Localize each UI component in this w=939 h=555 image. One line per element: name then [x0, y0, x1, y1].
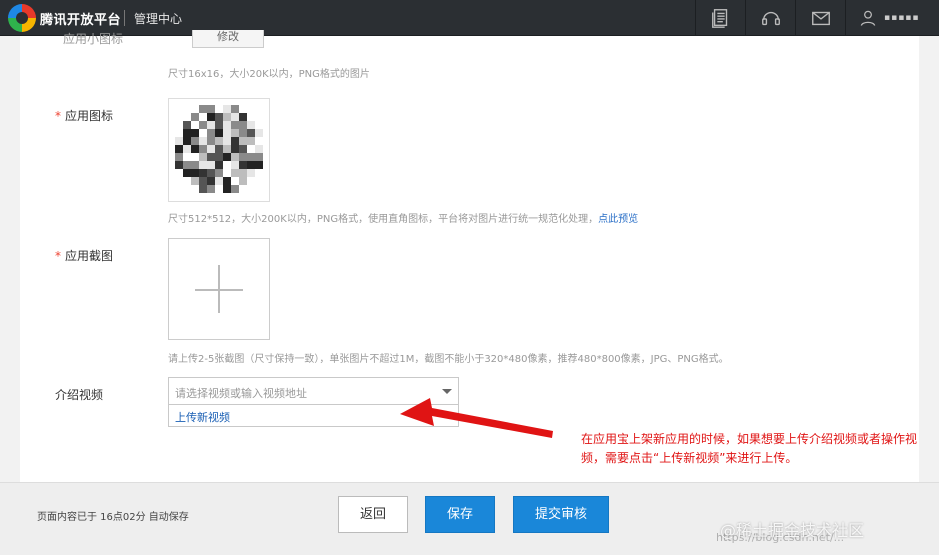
autosave-status: 页面内容已于 16点02分 自动保存	[37, 512, 189, 523]
save-button[interactable]: 保存	[425, 496, 495, 533]
video-select-placeholder: 请选择视频或输入视频地址	[175, 387, 307, 400]
app-icon-hint: 尺寸512*512，大小200K以内，PNG格式，使用直角图标，平台将对图片进行…	[168, 214, 639, 225]
small-icon-hint: 尺寸16x16，大小20K以内，PNG格式的图片	[168, 69, 370, 80]
annotation-text: 在应用宝上架新应用的时候，如果想要上传介绍视频或者操作视频，需要点击“上传新视频…	[581, 432, 918, 465]
upload-new-video-option[interactable]: 上传新视频	[175, 409, 230, 425]
screenshot-label: * 应用截图	[55, 249, 114, 263]
video-select[interactable]: 请选择视频或输入视频地址	[168, 377, 459, 405]
small-icon-label: 应用小图标	[63, 32, 124, 46]
user-icon	[860, 10, 876, 26]
document-icon[interactable]	[695, 0, 745, 36]
app-icon-label: * 应用图标	[55, 109, 114, 123]
brand-divider	[124, 10, 125, 26]
username: ▪▪▪▪▪	[884, 13, 920, 23]
video-dropdown: 上传新视频	[168, 405, 459, 427]
user-menu[interactable]: ▪▪▪▪▪	[845, 0, 939, 36]
preview-link[interactable]: 点此预览	[598, 214, 638, 225]
app-icon-image	[175, 105, 263, 193]
modify-small-icon-button[interactable]: 修改	[192, 30, 264, 48]
app-icon-preview[interactable]	[168, 98, 270, 202]
mail-icon[interactable]	[795, 0, 845, 36]
tencent-logo-icon[interactable]	[8, 4, 36, 32]
watermark: @稀土掘金技术社区	[720, 521, 865, 540]
add-screenshot-button[interactable]	[168, 238, 270, 340]
required-asterisk: *	[55, 109, 61, 123]
brand-title[interactable]: 腾讯开放平台	[40, 9, 121, 28]
chevron-down-icon[interactable]	[442, 389, 452, 394]
top-navigation-bar: 腾讯开放平台 管理中心 ▪▪▪▪▪	[0, 0, 939, 36]
app-info-form: 应用小图标 修改 尺寸16x16，大小20K以内，PNG格式的图片 * 应用图标 …	[20, 30, 919, 482]
screenshot-hint: 请上传2-5张截图（尺寸保持一致），单张图片不超过1M，截图不能小于320*48…	[168, 354, 729, 365]
required-asterisk: *	[55, 249, 61, 263]
video-label: 介绍视频	[55, 388, 104, 402]
management-center-link[interactable]: 管理中心	[134, 10, 182, 27]
footer-bar: 页面内容已于 16点02分 自动保存 返回 保存 提交审核 https://bl…	[0, 482, 939, 555]
back-button[interactable]: 返回	[338, 496, 408, 533]
submit-review-button[interactable]: 提交审核	[513, 496, 609, 533]
headset-icon[interactable]	[745, 0, 795, 36]
